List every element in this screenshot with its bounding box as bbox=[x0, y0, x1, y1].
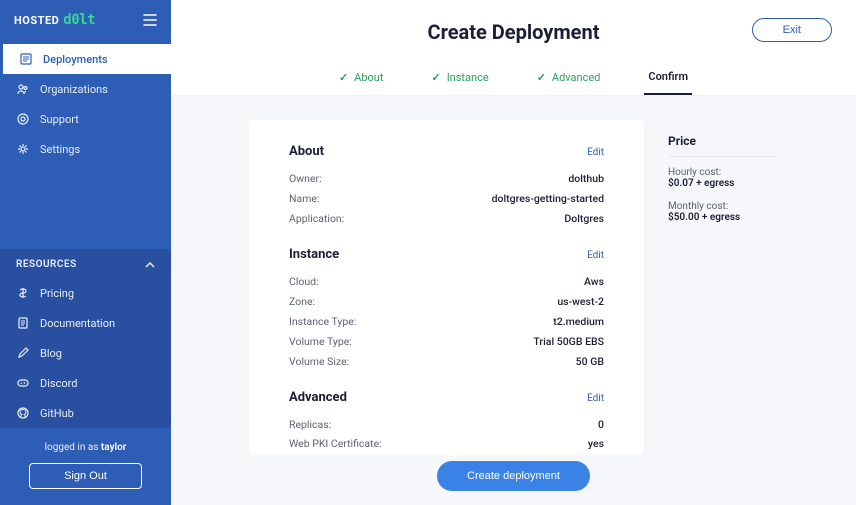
step-label: Instance bbox=[447, 71, 489, 84]
wizard-steps: ✓ About ✓ Instance ✓ Advanced Confirm bbox=[171, 54, 856, 96]
instance-vsize-label: Volume Size: bbox=[289, 352, 349, 372]
sidebar-item-label: Settings bbox=[40, 143, 80, 156]
section-title-advanced: Advanced bbox=[289, 390, 347, 405]
sidebar-item-label: GitHub bbox=[40, 407, 74, 420]
pricing-icon bbox=[16, 286, 30, 300]
sidebar-item-blog[interactable]: Blog bbox=[0, 338, 171, 368]
step-instance[interactable]: ✓ Instance bbox=[427, 62, 492, 95]
price-hourly-value: $0.07 + egress bbox=[668, 178, 778, 189]
price-panel: Price Hourly cost: $0.07 + egress Monthl… bbox=[668, 120, 778, 455]
deployments-icon bbox=[19, 52, 33, 66]
blog-icon bbox=[16, 346, 30, 360]
adv-replicas-label: Replicas: bbox=[289, 415, 331, 435]
check-icon: ✓ bbox=[431, 71, 440, 84]
sidebar: HOSTED d0lt Deployments Organizations Su… bbox=[0, 0, 171, 505]
adv-replicas-value: 0 bbox=[598, 415, 604, 435]
price-monthly-value: $50.00 + egress bbox=[668, 212, 778, 223]
price-monthly-label: Monthly cost: bbox=[668, 201, 778, 212]
sidebar-item-deployments[interactable]: Deployments bbox=[0, 44, 171, 74]
menu-toggle-icon[interactable] bbox=[143, 14, 157, 26]
summary-card: About Edit Owner: dolthub Name: doltgres-g… bbox=[249, 120, 644, 455]
step-label: About bbox=[354, 71, 383, 84]
about-owner-value: dolthub bbox=[568, 169, 604, 189]
step-label: Advanced bbox=[552, 71, 600, 84]
instance-type-value: t2.medium bbox=[553, 312, 604, 332]
instance-zone-value: us-west-2 bbox=[557, 292, 604, 312]
sidebar-item-label: Deployments bbox=[43, 53, 108, 66]
about-name-label: Name: bbox=[289, 189, 320, 209]
discord-icon bbox=[16, 376, 30, 390]
sidebar-item-label: Blog bbox=[40, 347, 62, 360]
logged-in-text: logged in as taylor bbox=[0, 442, 171, 453]
check-icon: ✓ bbox=[537, 71, 546, 84]
step-label: Confirm bbox=[648, 70, 688, 83]
gear-icon bbox=[16, 142, 30, 156]
sidebar-item-label: Pricing bbox=[40, 287, 74, 300]
sidebar-item-label: Organizations bbox=[40, 83, 108, 96]
sidebar-item-support[interactable]: Support bbox=[0, 104, 171, 134]
adv-pki-label: Web PKI Certificate: bbox=[289, 434, 382, 454]
github-icon bbox=[16, 406, 30, 420]
instance-zone-label: Zone: bbox=[289, 292, 315, 312]
instance-cloud-value: Aws bbox=[584, 272, 604, 292]
instance-vtype-value: Trial 50GB EBS bbox=[533, 332, 604, 352]
logo-hosted-text: HOSTED bbox=[14, 14, 59, 27]
sidebar-item-label: Support bbox=[40, 113, 79, 126]
sidebar-item-label: Discord bbox=[40, 377, 77, 390]
create-deployment-button[interactable]: Create deployment bbox=[437, 461, 590, 491]
step-confirm[interactable]: Confirm bbox=[644, 62, 692, 95]
instance-vsize-value: 50 GB bbox=[576, 352, 604, 372]
username: taylor bbox=[101, 442, 126, 453]
step-advanced[interactable]: ✓ Advanced bbox=[533, 62, 605, 95]
support-icon bbox=[16, 112, 30, 126]
sidebar-item-label: Documentation bbox=[40, 317, 115, 330]
organizations-icon bbox=[16, 82, 30, 96]
section-title-about: About bbox=[289, 144, 324, 159]
about-app-value: Doltgres bbox=[564, 209, 604, 229]
about-app-label: Application: bbox=[289, 209, 344, 229]
price-hourly-label: Hourly cost: bbox=[668, 167, 778, 178]
section-title-instance: Instance bbox=[289, 247, 339, 262]
instance-cloud-label: Cloud: bbox=[289, 272, 319, 292]
logo[interactable]: HOSTED d0lt bbox=[14, 12, 95, 28]
sidebar-item-settings[interactable]: Settings bbox=[0, 134, 171, 164]
main-nav: Deployments Organizations Support Settin… bbox=[0, 40, 171, 168]
about-owner-label: Owner: bbox=[289, 169, 322, 189]
edit-advanced-link[interactable]: Edit bbox=[587, 393, 604, 404]
price-title: Price bbox=[668, 134, 778, 157]
sidebar-item-organizations[interactable]: Organizations bbox=[0, 74, 171, 104]
check-icon: ✓ bbox=[339, 71, 348, 84]
sidebar-item-discord[interactable]: Discord bbox=[0, 368, 171, 398]
signout-button[interactable]: Sign Out bbox=[29, 463, 142, 489]
sidebar-item-pricing[interactable]: Pricing bbox=[0, 278, 171, 308]
doc-icon bbox=[16, 316, 30, 330]
logo-dolt-text: d0lt bbox=[63, 12, 95, 28]
resources-header[interactable]: RESOURCES bbox=[0, 249, 171, 278]
resources-title: RESOURCES bbox=[16, 259, 77, 270]
sidebar-item-github[interactable]: GitHub bbox=[0, 398, 171, 428]
adv-pki-value: yes bbox=[588, 434, 604, 454]
page-title: Create Deployment bbox=[428, 20, 600, 44]
edit-instance-link[interactable]: Edit bbox=[587, 250, 604, 261]
main: Create Deployment Exit ✓ About ✓ Instanc… bbox=[171, 0, 856, 505]
instance-type-label: Instance Type: bbox=[289, 312, 356, 332]
step-about[interactable]: ✓ About bbox=[335, 62, 388, 95]
chevron-up-icon bbox=[145, 262, 155, 268]
instance-vtype-label: Volume Type: bbox=[289, 332, 352, 352]
sidebar-item-documentation[interactable]: Documentation bbox=[0, 308, 171, 338]
edit-about-link[interactable]: Edit bbox=[587, 147, 604, 158]
exit-button[interactable]: Exit bbox=[752, 18, 832, 42]
about-name-value: doltgres-getting-started bbox=[492, 189, 604, 209]
